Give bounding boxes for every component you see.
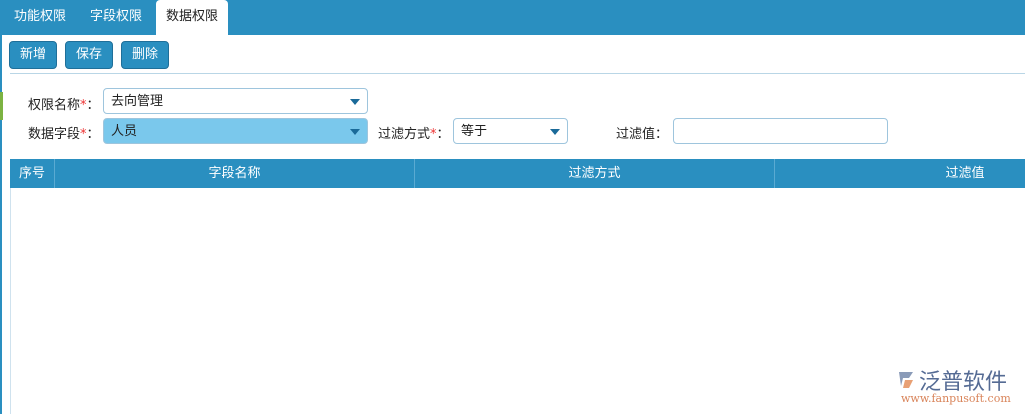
colon: ： — [86, 127, 100, 142]
filter-value-input[interactable] — [673, 118, 888, 144]
chevron-down-icon — [350, 129, 360, 135]
label-text: 权限名称 — [28, 98, 81, 113]
label-text: 数据字段 — [28, 127, 81, 142]
column-header-filter-value[interactable]: 过滤值 — [775, 159, 1025, 188]
perm-name-label: 权限名称*： — [28, 94, 100, 113]
column-header-index[interactable]: 序号 — [10, 159, 55, 188]
add-button[interactable]: 新增 — [9, 41, 58, 69]
filter-mode-value: 等于 — [461, 124, 488, 139]
column-header-filter-mode[interactable]: 过滤方式 — [415, 159, 775, 188]
perm-name-select[interactable]: 去向管理 — [103, 88, 368, 114]
splitter-handle[interactable] — [0, 92, 3, 120]
field-select[interactable]: 人员 — [103, 118, 368, 144]
divider — [10, 73, 1025, 74]
grid-body — [10, 188, 1025, 414]
column-header-field-name[interactable]: 字段名称 — [55, 159, 415, 188]
tab-field-permission[interactable]: 字段权限 — [90, 0, 142, 35]
chevron-down-icon — [350, 99, 360, 105]
filter-mode-label: 过滤方式*： — [378, 123, 450, 142]
tab-function-permission[interactable]: 功能权限 — [14, 0, 66, 35]
tab-data-permission[interactable]: 数据权限 — [156, 0, 229, 35]
chevron-down-icon — [550, 129, 560, 135]
colon: ： — [86, 98, 100, 113]
watermark-url: www.fanpusoft.com — [901, 392, 1011, 405]
filter-mode-select[interactable]: 等于 — [453, 118, 568, 144]
field-value: 人员 — [111, 124, 138, 139]
tab-bar: 功能权限 字段权限 数据权限 — [0, 0, 1025, 35]
grid-header: 序号 字段名称 过滤方式 过滤值 — [10, 159, 1025, 188]
brand-logo-icon — [899, 372, 913, 388]
perm-name-value: 去向管理 — [111, 94, 164, 109]
label-text: 过滤方式 — [378, 127, 431, 142]
field-label: 数据字段*： — [28, 123, 100, 142]
delete-button[interactable]: 删除 — [121, 41, 170, 69]
colon: ： — [436, 127, 450, 142]
filter-value-label: 过滤值： — [616, 127, 669, 142]
save-button[interactable]: 保存 — [65, 41, 114, 69]
